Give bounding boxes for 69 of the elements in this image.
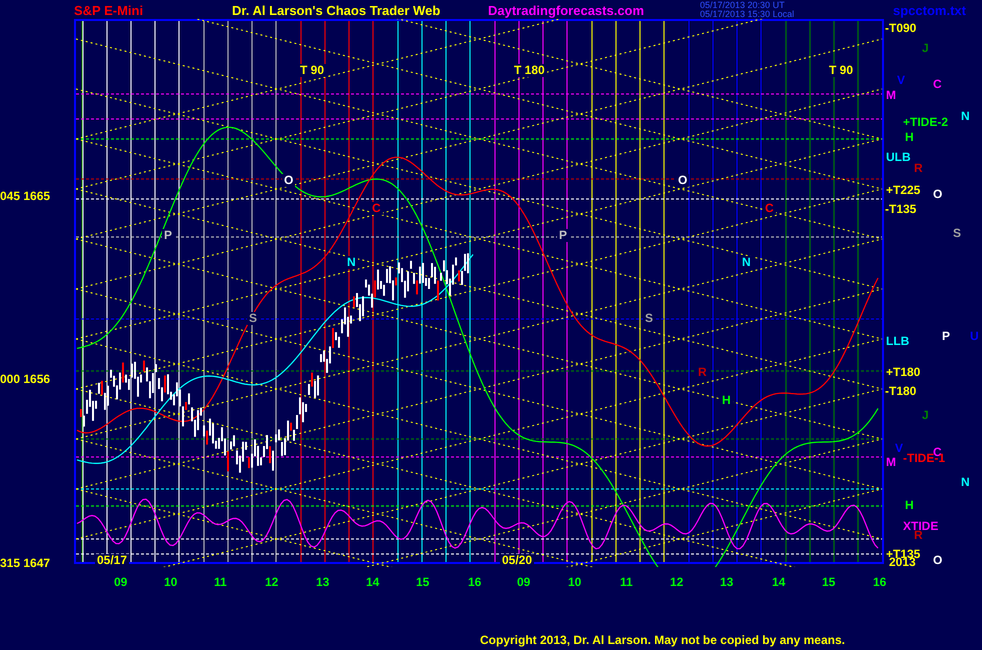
time-marker: T 90	[827, 64, 856, 77]
axis-label: 11	[620, 576, 633, 589]
level-label: M	[886, 456, 896, 469]
level-label: N	[961, 110, 970, 123]
axis-label: 09	[517, 576, 530, 589]
level-label: V	[897, 74, 906, 87]
level-label: N	[961, 476, 970, 489]
planet-letter: P	[162, 229, 174, 242]
planet-letter: H	[720, 394, 733, 407]
planet-letter: O	[282, 174, 296, 187]
timestamp: 05/17/2013 15:30 Local	[700, 10, 794, 19]
axis-label: 14	[772, 576, 786, 589]
axis-label: 15	[822, 576, 836, 589]
date-label: 05/20	[500, 554, 534, 567]
axis-label: 10	[568, 576, 582, 589]
level-label: -T135	[885, 203, 916, 216]
level-label: -T180	[885, 385, 916, 398]
axis-label: 16	[468, 576, 482, 589]
level-label: +T225	[886, 184, 920, 197]
level-label: V	[895, 442, 904, 455]
axis-label: 16	[873, 576, 886, 589]
planet-letter: N	[740, 256, 753, 269]
axis-label: 13	[720, 576, 734, 589]
level-label: +TIDE-2	[903, 116, 948, 129]
time-marker: T 180	[512, 64, 547, 77]
level-label: P	[942, 330, 950, 343]
price-label: 000 1656	[0, 373, 50, 386]
level-label: J	[922, 42, 929, 55]
level-label: S	[953, 227, 962, 240]
level-label: O	[933, 188, 942, 201]
file-name: spcctom.txt	[893, 4, 966, 17]
timestamp: 05/17/2013 20:30 UT	[700, 1, 785, 10]
planet-letter: S	[247, 312, 260, 325]
level-label: H	[905, 131, 914, 144]
planet-letter: P	[557, 229, 570, 242]
axis-label: 15	[416, 576, 430, 589]
planet-letter: O	[676, 174, 690, 187]
axis-label: 12	[265, 576, 278, 589]
site-title: Dr. Al Larson's Chaos Trader Web	[232, 4, 440, 17]
axis-label: 10	[164, 576, 178, 589]
axis-label: 14	[366, 576, 380, 589]
level-label: C	[933, 78, 942, 91]
planet-letter: C	[763, 202, 776, 215]
planet-letter: S	[643, 312, 656, 325]
copyright-notice: Copyright 2013, Dr. Al Larson. May not be copied by any means.	[480, 634, 845, 647]
price-label: 315 1647	[0, 557, 50, 570]
axis-label: 13	[316, 576, 330, 589]
site-url: Daytradingforecasts.com	[488, 4, 644, 17]
planet-letter: C	[370, 202, 383, 215]
price-label: 045 1665	[0, 190, 50, 203]
time-marker: T 90	[298, 64, 326, 77]
level-label: O	[933, 554, 942, 567]
instrument-title: S&P E-Mini	[74, 4, 144, 17]
level-label: R	[914, 529, 923, 542]
planet-letter: R	[696, 366, 709, 379]
level-label: LLB	[886, 335, 910, 348]
axis-label: 11	[214, 576, 227, 589]
level-label: ULB	[886, 151, 911, 164]
axis-label: 09	[114, 576, 128, 589]
date-label: 05/17	[95, 554, 130, 567]
level-label: R	[914, 162, 923, 175]
level-label: -T090	[885, 22, 916, 35]
level-label: U	[970, 330, 979, 343]
planet-letter: N	[345, 256, 358, 269]
level-label: +T180	[886, 366, 920, 379]
axis-label: 12	[670, 576, 684, 589]
level-label: M	[886, 89, 896, 102]
level-label: J	[922, 409, 929, 422]
level-label: H	[905, 499, 914, 512]
